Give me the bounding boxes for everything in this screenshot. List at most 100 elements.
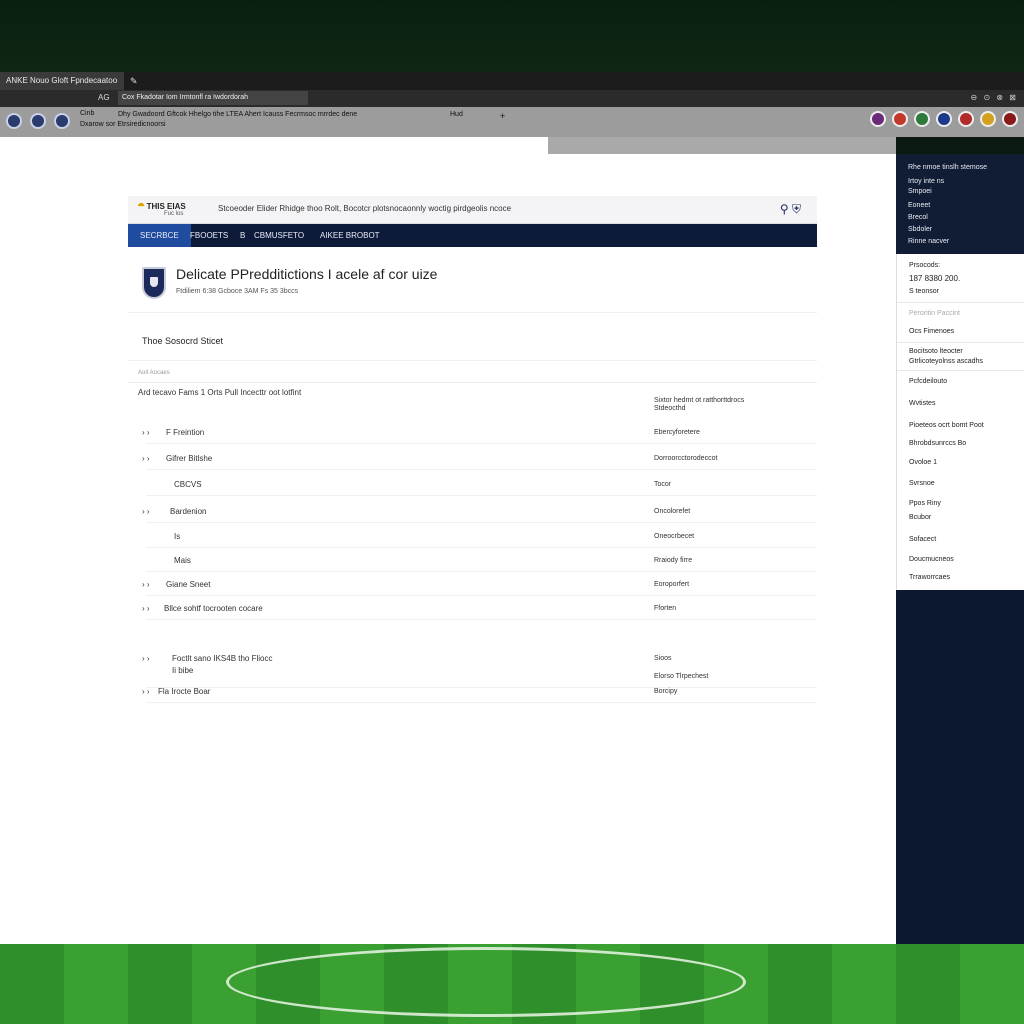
row-value: Ebercyforetere [654, 429, 700, 436]
chevron-right-icon[interactable]: › › [142, 687, 150, 696]
browser-tab[interactable]: ANKE Nouo Gloft Fpndecaatoo [0, 72, 124, 90]
address-label: AG [98, 93, 110, 102]
chevron-right-icon[interactable]: › › [142, 428, 150, 437]
header-text: Stcoeoder Elider Rhidge thoo Rolt, Bocot… [218, 204, 512, 213]
table-row[interactable]: › › Bllce sohtf tocrooten cocare Fforten [128, 598, 817, 620]
sidebar-item[interactable]: Sofacect [909, 536, 936, 543]
column-header-right: Sixtor hedmt ot ratthorttdrocs Stdeocthd [654, 397, 745, 412]
football-pitch-image [0, 944, 1024, 1024]
bookmark-main-link[interactable]: Dhy Gwadoord Gftcok Hhelgo tihe LTEA Ahe… [118, 111, 357, 118]
row-label: Ii bibe [172, 666, 194, 675]
team-badge-icon[interactable] [936, 111, 952, 127]
team-badge-icon[interactable] [958, 111, 974, 127]
dark-background [0, 0, 1024, 72]
club-crest-icon[interactable] [30, 113, 46, 129]
team-badge-icon[interactable] [870, 111, 886, 127]
add-bookmark-icon[interactable]: + [500, 111, 505, 121]
sidebar-item[interactable]: Ovoloe 1 [909, 459, 937, 466]
bookmarks-bar: Cinb Dxarow sor Etrsiredicnoorsi Dhy Gwa… [0, 107, 1024, 137]
page-strip [548, 137, 896, 154]
sidebar-item[interactable]: Irtoy inte ns [908, 178, 944, 185]
row-value: Dorroorcctorodeccot [654, 455, 718, 462]
club-crest-icon[interactable] [6, 113, 22, 129]
sidebar-item[interactable]: Eoneet [908, 202, 930, 209]
nav-item-robot[interactable]: AIKEE BROBOT [308, 224, 392, 247]
nav-item-cbmusfeto[interactable]: CBMUSFETO [242, 224, 316, 247]
sidebar-panel: Prsocods: 187 8380 200. S teonsor Perori… [896, 254, 1024, 590]
row-value: Oneocrbecet [654, 533, 695, 540]
row-label: Gifrer Bitlshe [166, 454, 213, 463]
chevron-right-icon[interactable]: › › [142, 454, 150, 463]
team-badge-icon[interactable] [914, 111, 930, 127]
header-icons[interactable]: ⚲ ⛨ [780, 202, 801, 217]
table-row[interactable]: › › Giane Sneet Eoroporfert [128, 574, 817, 596]
table-row[interactable]: CBCVS Tocor [128, 474, 817, 496]
row-label: Bllce sohtf tocrooten cocare [164, 604, 263, 613]
team-badge-icon[interactable] [980, 111, 996, 127]
row-value: Eoroporfert [654, 581, 690, 588]
bookmark-label[interactable]: Dxarow sor Etrsiredicnoorsi [80, 121, 166, 128]
row-value: Elorso Tlrpechest [654, 673, 709, 680]
chevron-right-icon[interactable]: › › [142, 580, 150, 589]
divider [128, 312, 817, 313]
chevron-right-icon[interactable]: › › [142, 604, 150, 613]
browser-tab-bar: ANKE Nouo Gloft Fpndecaatoo ✎ [0, 72, 1024, 90]
sidebar-item[interactable]: Smpoei [908, 188, 932, 195]
sidebar-item[interactable]: Pcfcdeilouto [909, 378, 947, 385]
table-row[interactable]: › › Fla Irocte Boar Borcipy [128, 681, 817, 703]
divider [128, 382, 817, 383]
row-label: CBCVS [174, 480, 202, 489]
row-label: F Freintion [166, 428, 205, 437]
sidebar-item[interactable]: Svrsnoe [909, 480, 935, 487]
row-value: Borcipy [654, 688, 678, 695]
row-label: Bardenion [170, 507, 207, 516]
url-field[interactable]: Cox Fkadotar Iom Irmtonfl ra Iwdordorah [118, 91, 308, 105]
team-badge-icon[interactable] [892, 111, 908, 127]
sidebar-item[interactable]: Brecol [908, 214, 928, 221]
row-label: Giane Sneet [166, 580, 211, 589]
table-row[interactable]: Mais Rraiody firre [128, 550, 817, 572]
table-row[interactable]: › › Bardenion Oncolorefet [128, 501, 817, 523]
bookmark-label[interactable]: Cinb [80, 110, 94, 117]
sidebar-item[interactable]: Trraworrcaes [909, 574, 950, 581]
sidebar-item[interactable]: Wvtistes [909, 400, 935, 407]
price-sub: S teonsor [909, 288, 939, 295]
chevron-right-icon[interactable]: › › [142, 507, 150, 516]
new-tab-icon[interactable]: ✎ [130, 75, 142, 87]
club-crest-icon [142, 267, 166, 299]
bookmark-label[interactable]: Hud [450, 111, 463, 118]
sidebar-item[interactable]: Bocitsoto lteocter [909, 348, 963, 355]
address-bar-row: AG Cox Fkadotar Iom Irmtonfl ra Iwdordor… [0, 90, 1024, 107]
row-value: Rraiody firre [654, 557, 693, 564]
page-strip [0, 137, 548, 154]
table-row[interactable]: › › F Freintion Ebercyforetere [128, 422, 817, 444]
section-title: Thoe Sosocrd Sticet [142, 336, 224, 346]
table-row[interactable]: Ii bibe Elorso Tlrpechest [128, 660, 817, 688]
sidebar-item[interactable]: Bhrobdsunrccs Bo [909, 440, 966, 447]
page-title: Delicate PPredditictions I acele af cor … [176, 266, 438, 282]
sidebar-item[interactable]: Doucmucneos [909, 556, 954, 563]
table-caption: Aoit Aocaes [138, 370, 170, 376]
table-row[interactable]: Is Oneocrbecet [128, 526, 817, 548]
team-badge-icon[interactable] [1002, 111, 1018, 127]
column-header-left: Ard tecavo Fams 1 Orts Pull Incecttr oot… [138, 388, 302, 397]
window-controls[interactable]: ⊖ ⊙ ⊗ ⊠ [971, 93, 1018, 102]
club-crest-icon[interactable] [54, 113, 70, 129]
team-badges [870, 111, 1018, 127]
site-logo-sub: Fuc los [164, 211, 184, 217]
sidebar-item[interactable]: Bcubor [909, 514, 931, 521]
sidebar-item[interactable]: Ocs Fimenoes [909, 328, 954, 335]
table-row[interactable]: › › Gifrer Bitlshe Dorroorcctorodeccot [128, 448, 817, 470]
row-label: Fla Irocte Boar [158, 687, 211, 696]
price-label: Prsocods: [909, 262, 941, 269]
row-label: Is [174, 532, 181, 541]
sidebar-item[interactable]: Rhe nmoe tinslh stemose [908, 164, 987, 171]
sidebar-item[interactable]: Sbdoler [908, 226, 932, 233]
sidebar-item[interactable]: Rinne nacver [908, 238, 949, 245]
main-nav: SECRBCE FBOOETS B CBMUSFETO AIKEE BROBOT [128, 224, 817, 247]
sidebar-item[interactable]: Pioeteos ocrt bomt Poot [909, 422, 984, 429]
site-header: ⯊ THIS EIAS Fuc los Stcoeoder Elider Rhi… [128, 196, 817, 224]
page-subtitle: Ftdiliem 6:38 Gcboce 3AM Fs 35 3bccs [176, 288, 299, 295]
sidebar-item[interactable]: Gtrlicoteyolnss ascadhs [909, 358, 983, 365]
sidebar-item[interactable]: Ppos Riny [909, 500, 941, 507]
